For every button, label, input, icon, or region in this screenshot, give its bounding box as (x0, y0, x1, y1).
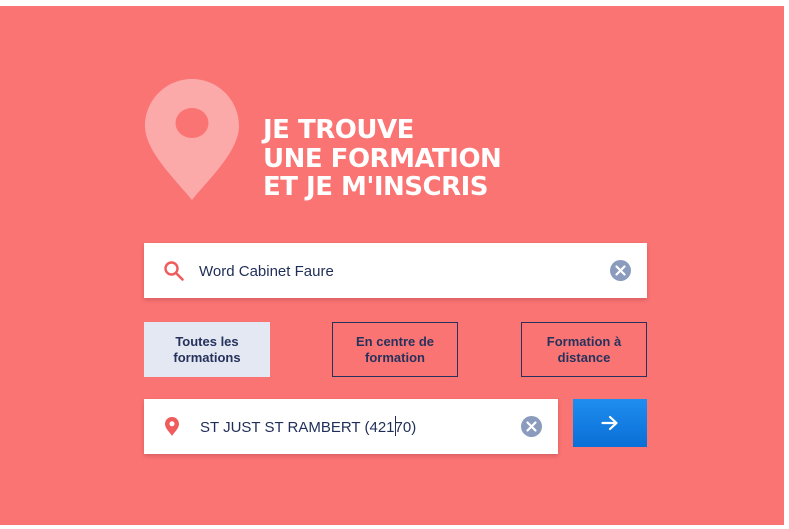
clear-icon (615, 265, 626, 276)
text-caret (395, 416, 396, 436)
location-field[interactable] (144, 399, 558, 454)
location-input[interactable] (200, 413, 500, 441)
tab-distance[interactable]: Formation à distance (521, 322, 647, 377)
tab-label: En centre de (355, 333, 435, 349)
search-field[interactable] (144, 243, 647, 298)
hero-headline: JE TROUVE UNE FORMATION ET JE M'INSCRIS (263, 115, 502, 202)
headline-line: ET JE M'INSCRIS (263, 172, 489, 202)
map-pin-icon (145, 79, 239, 200)
clear-search-button[interactable] (610, 260, 631, 281)
tab-label: formation (365, 349, 425, 365)
clear-icon (526, 421, 537, 432)
clear-location-button[interactable] (521, 416, 542, 437)
map-pin-icon (165, 417, 179, 436)
search-icon (164, 261, 184, 281)
tab-label: formations (173, 349, 241, 365)
tab-label: distance (557, 349, 611, 365)
submit-search-button[interactable] (573, 399, 647, 447)
tab-all-trainings[interactable]: Toutes les formations (144, 322, 270, 377)
tab-label: Toutes les (175, 333, 239, 349)
headline-line: JE TROUVE (263, 115, 414, 145)
arrow-right-icon (601, 415, 618, 431)
search-input[interactable] (199, 257, 599, 285)
tab-label: Formation à (546, 333, 622, 349)
tab-in-center[interactable]: En centre de formation (332, 322, 458, 377)
headline-line: UNE FORMATION (263, 143, 502, 174)
